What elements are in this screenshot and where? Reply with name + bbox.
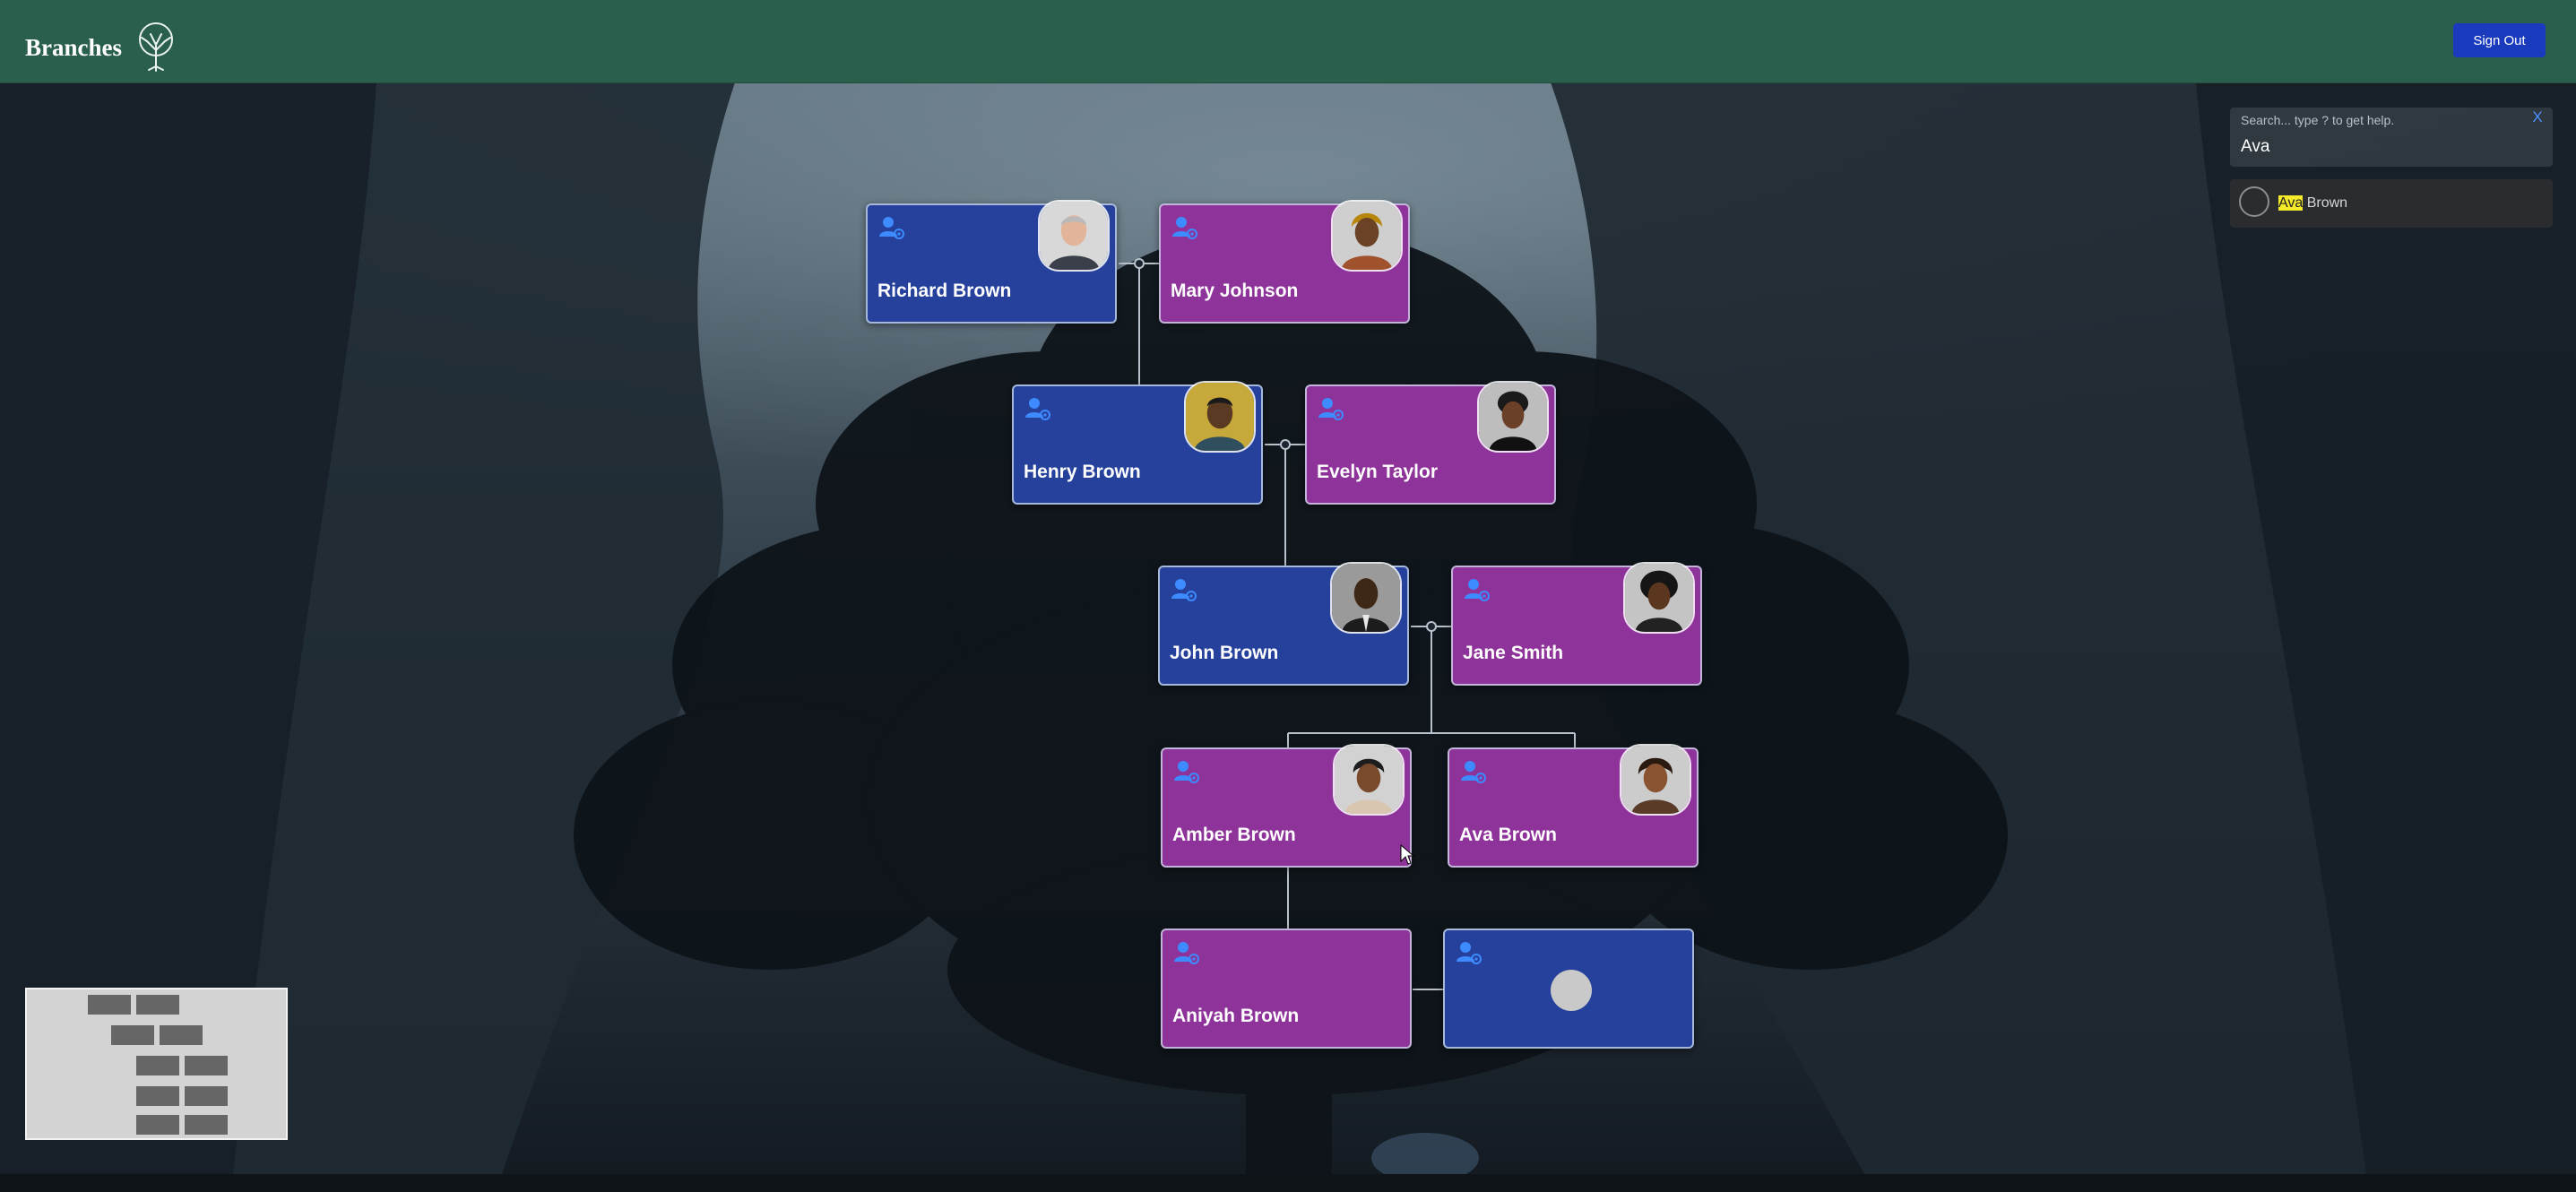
minimap-node (185, 1056, 228, 1075)
edit-person-icon[interactable] (1173, 939, 1200, 966)
person-card-mary-johnson[interactable]: Mary Johnson (1159, 200, 1410, 324)
person-photo (1620, 744, 1691, 816)
person-name: Henry Brown (1024, 462, 1141, 482)
edit-person-icon[interactable] (1171, 214, 1198, 241)
minimap-node (136, 1115, 179, 1135)
person-photo (1333, 744, 1405, 816)
person-photo (1184, 381, 1256, 453)
search-input[interactable] (2237, 133, 2549, 161)
minimap-node (136, 995, 179, 1015)
person-card-ava-brown[interactable]: Ava Brown (1448, 744, 1699, 868)
brand-name[interactable]: Branches (25, 34, 122, 62)
sign-out-button[interactable]: Sign Out (2453, 23, 2546, 57)
person-card-jane-smith[interactable]: Jane Smith (1451, 562, 1702, 686)
top-navigation-bar: Branches Sign Out (0, 0, 2576, 83)
person-photo (1623, 562, 1695, 634)
edit-person-icon[interactable] (1464, 576, 1491, 603)
mouse-cursor-icon (1400, 844, 1414, 865)
person-name: Mary Johnson (1171, 281, 1299, 301)
tree-icon (139, 22, 173, 72)
person-name: John Brown (1170, 643, 1279, 663)
edit-person-icon[interactable] (1318, 395, 1344, 422)
person-name: Ava Brown (1459, 825, 1557, 845)
photo-placeholder (1551, 970, 1592, 1011)
person-name: Jane Smith (1463, 643, 1564, 663)
person-photo (1038, 200, 1110, 272)
edit-person-icon[interactable] (878, 214, 905, 241)
search-result-rest: Brown (2303, 195, 2348, 211)
minimap-node (88, 995, 131, 1015)
edit-person-icon[interactable] (1024, 395, 1051, 422)
minimap-node (160, 1025, 203, 1045)
search-match-highlight: Ava (2278, 195, 2304, 211)
minimap-node (185, 1115, 228, 1135)
edit-person-icon[interactable] (1456, 939, 1482, 966)
bottom-bar (0, 1174, 2576, 1192)
person-name: Aniyah Brown (1172, 1006, 1300, 1026)
person-name: Amber Brown (1172, 825, 1296, 845)
person-photo (1331, 200, 1403, 272)
tree-minimap[interactable] (25, 988, 288, 1140)
person-card-henry-brown[interactable]: Henry Brown (1012, 381, 1263, 505)
person-card-aniyah-brown[interactable]: Aniyah Brown (1161, 929, 1412, 1049)
person-photo (1477, 381, 1549, 453)
person-card-richard-brown[interactable]: Richard Brown (866, 200, 1117, 324)
person-card-evelyn-taylor[interactable]: Evelyn Taylor (1305, 381, 1556, 505)
search-panel: Search... type ? to get help. (2230, 108, 2553, 167)
person-card-john-brown[interactable]: John Brown (1158, 562, 1409, 686)
person-card-amber-brown[interactable]: Amber Brown (1161, 744, 1412, 868)
edit-person-icon[interactable] (1173, 758, 1200, 785)
edit-person-icon[interactable] (1460, 758, 1487, 785)
minimap-node (136, 1086, 179, 1106)
person-name: Richard Brown (877, 281, 1012, 301)
search-result-label: Ava Brown (2278, 195, 2347, 212)
person-card-unnamed[interactable] (1443, 929, 1694, 1049)
close-search-button[interactable]: X (2528, 108, 2547, 127)
person-photo (1330, 562, 1402, 634)
minimap-node (111, 1025, 154, 1045)
person-name: Evelyn Taylor (1317, 462, 1439, 482)
avatar (2239, 186, 2269, 217)
minimap-node (185, 1086, 228, 1106)
search-result-item[interactable]: Ava Brown (2230, 179, 2553, 228)
edit-person-icon[interactable] (1171, 576, 1197, 603)
minimap-node (136, 1056, 179, 1075)
search-hint: Search... type ? to get help. (2241, 113, 2395, 127)
